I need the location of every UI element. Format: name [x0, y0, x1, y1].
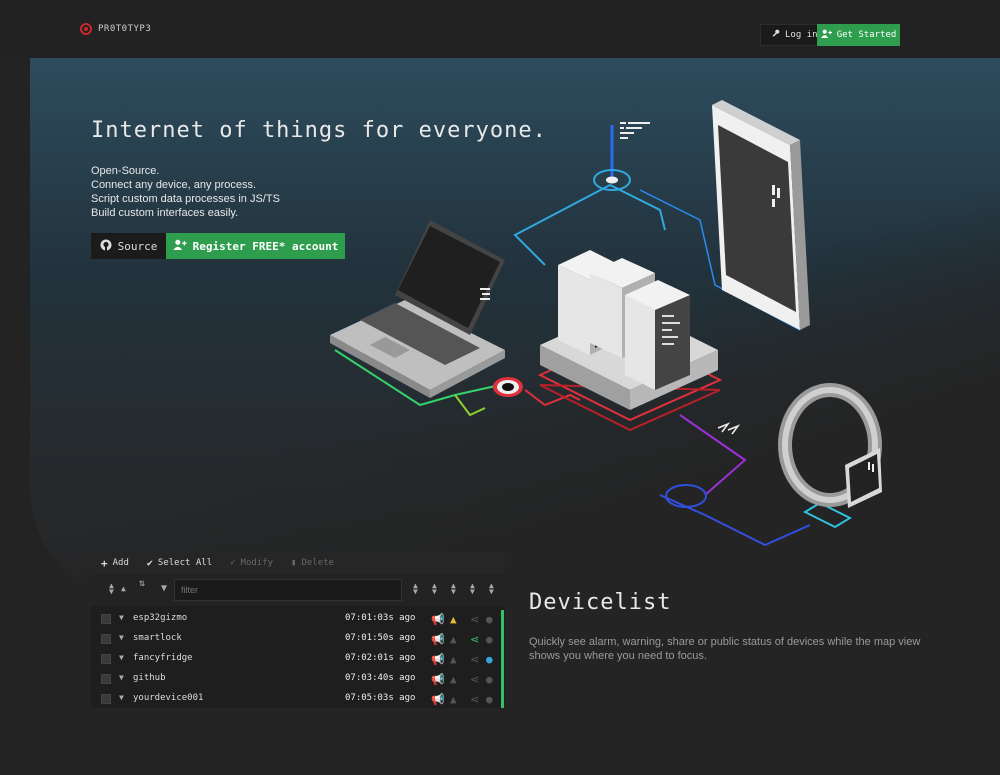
modify-button[interactable]: ✓ Modify [230, 558, 273, 568]
alarm-icon[interactable]: 📢 [431, 633, 445, 646]
device-last-seen: 07:01:03s ago [345, 613, 416, 623]
alarm-icon[interactable]: 📢 [431, 653, 445, 666]
sort-icon[interactable]: ▲ ▼ [470, 582, 475, 596]
user-plus-icon [173, 239, 187, 253]
delete-label: Delete [301, 558, 334, 568]
sort-up-icon[interactable]: ▲ [121, 585, 126, 593]
warning-icon[interactable]: ▲ [450, 613, 457, 626]
alarm-icon[interactable]: 📢 [431, 613, 445, 626]
expand-caret-icon[interactable]: ▼ [119, 673, 124, 682]
device-row[interactable]: ▼ yourdevice001 07:05:03s ago 📢 ▲ ⋖ ● [91, 690, 502, 710]
devicelist-widget: + Add ✔ Select All ✓ Modify ▮ Delete ▲ ▼ … [91, 552, 505, 708]
device-rows: ▼ esp32gizmo 07:01:03s ago 📢 ▲ ⋖ ● ▼ sma… [91, 610, 502, 710]
add-button[interactable]: + Add [101, 557, 129, 570]
device-last-seen: 07:01:50s ago [345, 633, 416, 643]
sort-icon[interactable]: ▲ ▼ [413, 582, 418, 596]
share-icon[interactable]: ⋖ [470, 693, 479, 706]
public-icon[interactable]: ● [486, 613, 493, 626]
register-button[interactable]: Register FREE* account [166, 233, 345, 259]
row-checkbox[interactable] [101, 694, 111, 704]
share-icon[interactable]: ⋖ [470, 653, 479, 666]
sort-alpha-icon[interactable]: ⇅ [139, 579, 145, 589]
device-row[interactable]: ▼ smartlock 07:01:50s ago 📢 ▲ ⋖ ● [91, 630, 502, 650]
public-icon[interactable]: ● [486, 673, 493, 686]
row-checkbox[interactable] [101, 634, 111, 644]
trash-icon: ▮ [291, 558, 297, 568]
device-last-seen: 07:02:01s ago [345, 653, 416, 663]
alarm-icon[interactable]: 📢 [431, 693, 445, 706]
sort-icon[interactable]: ▲ ▼ [451, 582, 456, 596]
devicelist-title: Devicelist [529, 590, 672, 615]
source-label: Source [117, 239, 158, 253]
source-button[interactable]: Source [91, 233, 166, 259]
check-icon: ✓ [230, 558, 236, 568]
warning-icon[interactable]: ▲ [450, 653, 457, 666]
select-all-button[interactable]: ✔ Select All [147, 558, 212, 569]
register-label: Register FREE* account [192, 239, 339, 253]
device-row[interactable]: ▼ github 07:03:40s ago 📢 ▲ ⋖ ● [91, 670, 502, 690]
device-last-seen: 07:05:03s ago [345, 693, 416, 703]
hero-title: Internet of things for everyone. [91, 118, 547, 143]
user-plus-icon [820, 29, 832, 41]
selection-indicator [501, 610, 504, 708]
modify-label: Modify [240, 558, 274, 568]
public-icon[interactable]: ● [486, 653, 493, 666]
expand-caret-icon[interactable]: ▼ [119, 693, 124, 702]
expand-caret-icon[interactable]: ▼ [119, 633, 124, 642]
warning-icon[interactable]: ▲ [450, 633, 457, 646]
share-icon[interactable]: ⋖ [470, 613, 479, 626]
add-label: Add [112, 558, 129, 568]
expand-caret-icon[interactable]: ▼ [119, 613, 124, 622]
public-icon[interactable]: ● [486, 693, 493, 706]
logo[interactable]: PR0T0TYP3 [80, 23, 151, 35]
device-name: esp32gizmo [133, 613, 188, 623]
share-icon[interactable]: ⋖ [470, 673, 479, 686]
public-icon[interactable]: ● [486, 633, 493, 646]
device-name: yourdevice001 [133, 693, 204, 703]
key-icon [771, 29, 780, 41]
github-icon [100, 239, 112, 254]
share-icon[interactable]: ⋖ [470, 633, 479, 646]
feature-line: Script custom data processes in JS/TS [91, 193, 280, 205]
get-started-label: Get Started [836, 30, 897, 40]
sort-icon[interactable]: ▲ ▼ [489, 582, 494, 596]
filter-input[interactable] [174, 579, 402, 601]
device-last-seen: 07:03:40s ago [345, 673, 416, 683]
device-name: fancyfridge [133, 653, 193, 663]
row-checkbox[interactable] [101, 654, 111, 664]
plus-icon: + [101, 556, 108, 570]
device-name: github [133, 673, 166, 683]
top-bar: PR0T0TYP3 Log in Get Started [0, 0, 1000, 58]
delete-button[interactable]: ▮ Delete [291, 558, 334, 568]
devicelist-toolbar: + Add ✔ Select All ✓ Modify ▮ Delete [91, 552, 505, 574]
warning-icon[interactable]: ▲ [450, 693, 457, 706]
hero-feature-list: Open-Source. Connect any device, any pro… [91, 164, 280, 220]
alarm-icon[interactable]: 📢 [431, 673, 445, 686]
device-name: smartlock [133, 633, 182, 643]
get-started-button[interactable]: Get Started [817, 24, 900, 46]
login-label: Log in [785, 30, 818, 40]
feature-line: Build custom interfaces easily. [91, 207, 239, 219]
sort-toggle-icon[interactable]: ▲ ▼ [109, 582, 114, 596]
device-row[interactable]: ▼ fancyfridge 07:02:01s ago 📢 ▲ ⋖ ● [91, 650, 502, 670]
feature-line: Connect any device, any process. [91, 179, 257, 191]
feature-line: Open-Source. [91, 165, 160, 177]
row-checkbox[interactable] [101, 674, 111, 684]
hero-section: Internet of things for everyone. Open-So… [0, 58, 1000, 578]
logo-icon [80, 23, 92, 35]
sort-icon[interactable]: ▲ ▼ [432, 582, 437, 596]
filter-bar: ▲▼ ▲ ⇅ ▼ ▲▼ ▲▼ ▲▼ ▲▼ ▲▼ [91, 574, 505, 606]
expand-caret-icon[interactable]: ▼ [119, 653, 124, 662]
device-row[interactable]: ▼ esp32gizmo 07:01:03s ago 📢 ▲ ⋖ ● [91, 610, 502, 630]
warning-icon[interactable]: ▲ [450, 673, 457, 686]
row-checkbox[interactable] [101, 614, 111, 624]
logo-text: PR0T0TYP3 [98, 24, 152, 34]
devicelist-description: Quickly see alarm, warning, share or pub… [529, 636, 921, 662]
select-all-label: Select All [157, 558, 213, 568]
double-check-icon: ✔ [146, 557, 153, 569]
filter-icon[interactable]: ▼ [161, 584, 167, 594]
